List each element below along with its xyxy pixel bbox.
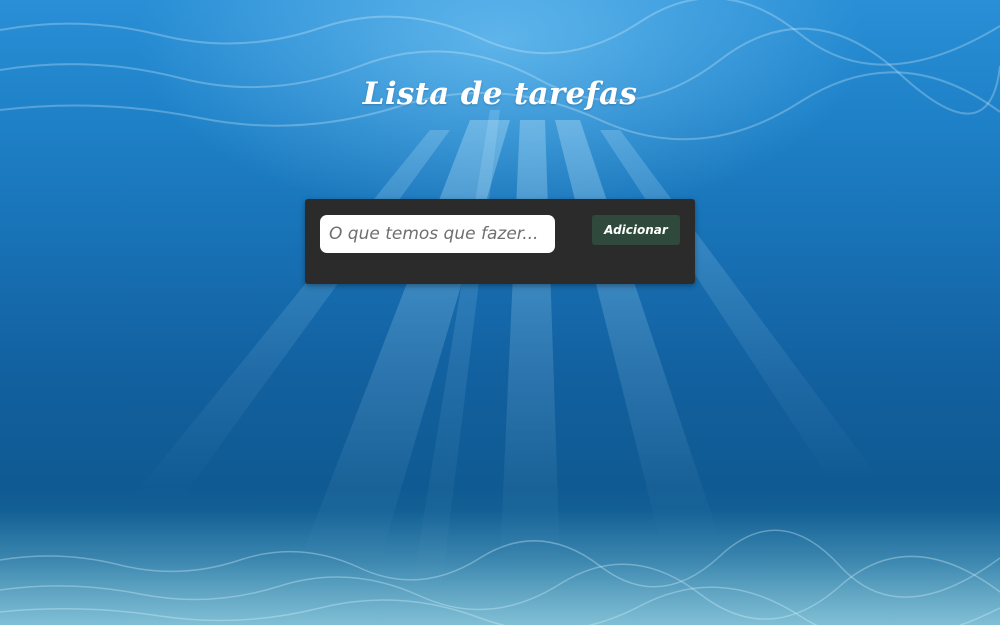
page-title: Lista de tarefas — [362, 76, 638, 112]
add-task-button[interactable]: Adicionar — [592, 215, 680, 245]
task-input[interactable] — [320, 215, 555, 253]
task-form-panel: Adicionar — [305, 199, 695, 284]
